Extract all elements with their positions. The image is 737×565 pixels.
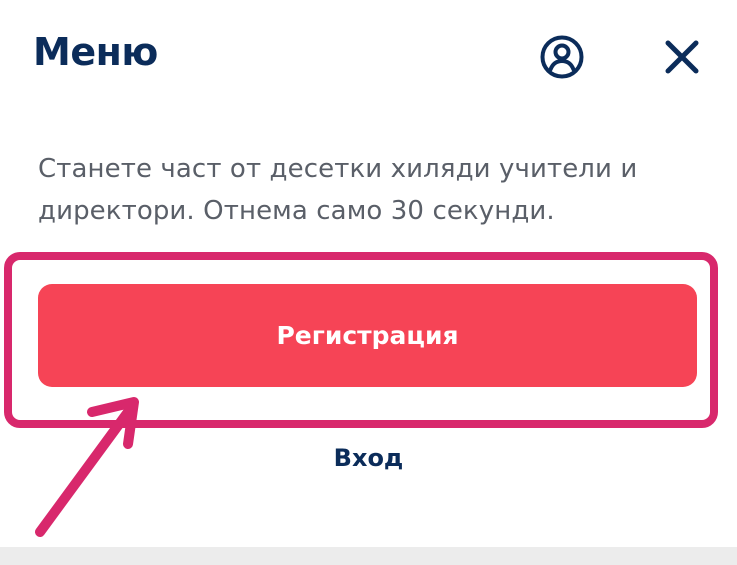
menu-header: Меню <box>0 0 737 120</box>
user-circle-icon <box>540 35 584 79</box>
bottom-bar <box>0 547 737 565</box>
close-menu-button[interactable] <box>658 33 706 81</box>
signup-description: Станете част от десетки хиляди учители и… <box>38 154 638 227</box>
register-button[interactable]: Регистрация <box>38 284 697 387</box>
user-account-button[interactable] <box>538 33 586 81</box>
menu-title: Меню <box>33 30 158 74</box>
close-icon <box>665 40 699 74</box>
login-link[interactable]: Вход <box>0 444 737 472</box>
